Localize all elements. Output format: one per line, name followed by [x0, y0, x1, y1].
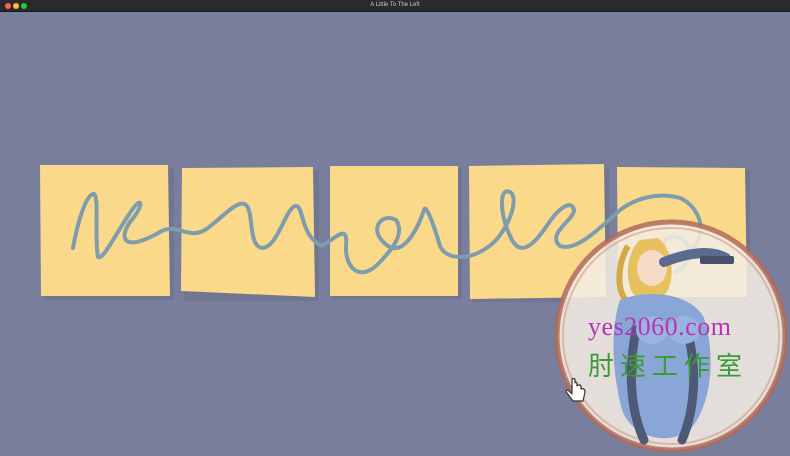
game-window: yes2060.com 肘速工作室 A Little To The Left — [0, 0, 790, 456]
watermark-url-text: yes2060.com — [588, 312, 732, 341]
window-title: A Little To The Left — [370, 2, 420, 8]
watermark-studio-text: 肘速工作室 — [588, 352, 749, 382]
sticky-note-1[interactable] — [40, 165, 170, 296]
sticky-note-3[interactable] — [330, 166, 458, 296]
title-bar: A Little To The Left — [0, 0, 790, 12]
game-scene — [40, 164, 788, 453]
